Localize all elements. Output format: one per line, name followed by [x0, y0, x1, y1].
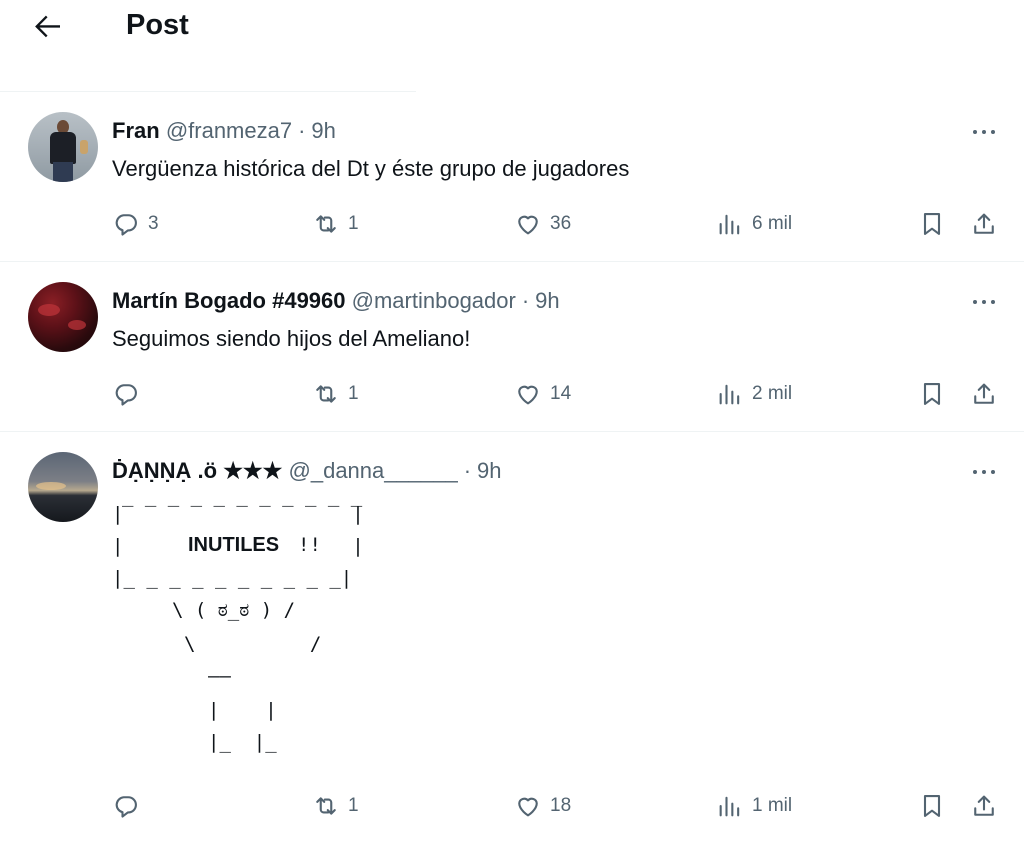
- reply-button[interactable]: 3: [112, 206, 159, 242]
- ascii-line: \ ( ಠ_ಠ ) /: [172, 599, 296, 621]
- repost-icon: [316, 797, 336, 815]
- repost-count: 1: [348, 213, 359, 234]
- post-time[interactable]: 9h: [311, 118, 335, 143]
- repost-button[interactable]: 1: [312, 788, 359, 824]
- ascii-line: | |: [208, 699, 277, 721]
- more-options-button[interactable]: [970, 292, 998, 312]
- share-icon: [974, 795, 994, 816]
- share-icon: [974, 383, 994, 404]
- avatar[interactable]: [28, 112, 98, 182]
- user-handle[interactable]: @franmeza7: [166, 118, 292, 143]
- views-count: 2 mil: [752, 383, 793, 404]
- share-icon: [974, 213, 994, 234]
- post-time[interactable]: 9h: [477, 458, 501, 483]
- ascii-line: |_ _ _ _ _ _ _ _ _ _|: [112, 567, 353, 589]
- post-header: Martín Bogado #49960 @martinbogador · 9h: [112, 288, 560, 314]
- repost-button[interactable]: 1: [312, 376, 359, 412]
- post-card[interactable]: Fran @franmeza7 · 9h Vergüenza histórica d…: [0, 92, 1024, 262]
- heart-icon: [518, 797, 538, 817]
- ascii-line: INUTILES: [188, 534, 280, 556]
- display-name[interactable]: Fran: [112, 118, 160, 143]
- views-button[interactable]: 1 mil: [716, 788, 792, 824]
- ascii-line: \ /: [184, 633, 322, 655]
- share-button[interactable]: [970, 206, 998, 242]
- repost-icon: [316, 215, 336, 233]
- more-options-button[interactable]: [970, 122, 998, 142]
- bookmark-icon: [923, 795, 941, 817]
- reply-count: 3: [148, 213, 159, 234]
- action-bar: 1 14 2 mil: [0, 376, 1024, 412]
- ascii-line: | |: [112, 503, 364, 525]
- more-horizontal-icon: [973, 470, 995, 474]
- more-options-button[interactable]: [970, 462, 998, 482]
- like-button[interactable]: 36: [514, 206, 571, 242]
- post-text: Vergüenza histórica del Dt y éste grupo …: [112, 156, 630, 181]
- separator-dot: ·: [463, 458, 472, 483]
- repost-count: 1: [348, 383, 359, 404]
- action-bar: 1 18 1 mil: [0, 788, 1024, 824]
- reply-icon: [115, 384, 137, 406]
- reply-button[interactable]: [112, 376, 148, 412]
- views-icon: [719, 796, 740, 817]
- page-title: Post: [126, 9, 189, 41]
- heart-icon: [518, 215, 538, 235]
- separator-dot: ·: [298, 118, 306, 143]
- bookmark-icon: [923, 383, 941, 405]
- more-horizontal-icon: [973, 300, 995, 304]
- reply-icon: [115, 796, 137, 818]
- display-name[interactable]: Martín Bogado #49960: [112, 288, 346, 313]
- heart-icon: [518, 385, 538, 405]
- views-icon: [719, 384, 740, 405]
- bookmark-button[interactable]: [918, 376, 946, 412]
- repost-icon: [316, 385, 336, 403]
- post-text: Seguimos siendo hijos del Ameliano!: [112, 326, 471, 351]
- bookmark-icon: [923, 213, 941, 235]
- ascii-art: _ _ _ _ _ _ _ _ _ _ _ | | | | INUTILES !…: [112, 485, 412, 771]
- ascii-line: |_ |_: [208, 731, 277, 753]
- post-header: ḊẠṆṆẠ .ö ★★★ @_danna______ · 9h: [112, 458, 502, 484]
- share-button[interactable]: [970, 788, 998, 824]
- action-bar: 3 1 36 6 mil: [0, 206, 1024, 242]
- views-icon: [719, 214, 740, 235]
- views-button[interactable]: 6 mil: [716, 206, 792, 242]
- user-handle[interactable]: @_danna______: [289, 458, 458, 483]
- ascii-line: ——: [208, 665, 231, 687]
- avatar[interactable]: [28, 452, 98, 522]
- views-button[interactable]: 2 mil: [716, 376, 792, 412]
- post-card[interactable]: Martín Bogado #49960 @martinbogador · 9h S…: [0, 262, 1024, 432]
- bookmark-button[interactable]: [918, 788, 946, 824]
- arrow-left-icon: [35, 15, 60, 38]
- bookmark-button[interactable]: [918, 206, 946, 242]
- views-count: 1 mil: [752, 795, 793, 816]
- views-count: 6 mil: [752, 213, 793, 234]
- like-count: 14: [550, 383, 572, 404]
- repost-count: 1: [348, 795, 359, 816]
- post-header: Fran @franmeza7 · 9h: [112, 118, 336, 144]
- display-name[interactable]: ḊẠṆṆẠ .ö ★★★: [112, 458, 282, 483]
- reply-icon: [115, 214, 137, 236]
- more-horizontal-icon: [973, 130, 995, 134]
- post-time[interactable]: 9h: [535, 288, 559, 313]
- ascii-line: !!: [298, 534, 321, 556]
- back-button[interactable]: [30, 8, 66, 44]
- like-button[interactable]: 18: [514, 788, 571, 824]
- like-count: 18: [550, 795, 572, 816]
- top-bar: Post: [0, 0, 1024, 90]
- avatar[interactable]: [28, 282, 98, 352]
- user-handle[interactable]: @martinbogador: [352, 288, 516, 313]
- reply-button[interactable]: [112, 788, 148, 824]
- separator-dot: ·: [521, 288, 530, 313]
- like-button[interactable]: 14: [514, 376, 571, 412]
- repost-button[interactable]: 1: [312, 206, 359, 242]
- like-count: 36: [550, 213, 572, 234]
- share-button[interactable]: [970, 376, 998, 412]
